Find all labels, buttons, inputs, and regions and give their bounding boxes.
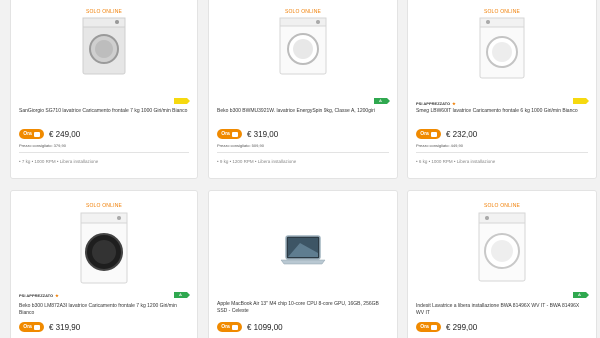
tag-icon <box>430 131 437 137</box>
product-card[interactable]: SOLO ONLINE PSI APPREZZATO ★ A Beko b300 … <box>10 190 198 338</box>
energy-class-label <box>573 98 589 104</box>
promo-pill: Ora <box>19 322 44 332</box>
washing-machine-image <box>80 212 128 284</box>
laptop-image <box>280 235 326 265</box>
price: € 319,90 <box>49 322 81 332</box>
tag-icon <box>430 324 437 330</box>
divider <box>217 152 389 153</box>
washing-machine-image <box>479 17 525 79</box>
online-only-badge: SOLO ONLINE <box>284 9 322 15</box>
product-specs: • 6 kg • 1000 RPM • Libera installazione <box>416 159 496 164</box>
tag-icon <box>33 131 40 137</box>
price: € 232,00 <box>446 129 478 139</box>
recommended-price: Prezzo consigliato: 509,90 <box>217 143 264 148</box>
product-title[interactable]: Beko b300 LM872A3I lavatrice Caricamento… <box>19 303 189 317</box>
product-card[interactable]: SOLO ONLINE PSI APPREZZATO ★ Smeg LBW60IT… <box>407 0 597 179</box>
online-only-badge: SOLO ONLINE <box>483 9 521 15</box>
recommended-price: Prezzo consigliato: 379,90 <box>19 143 66 148</box>
product-card[interactable]: SOLO ONLINE SanGiorgio SG710 lavatrice C… <box>10 0 198 179</box>
price: € 299,00 <box>446 322 478 332</box>
product-specs: • 7 kg • 1000 RPM • Libera installazione <box>19 159 99 164</box>
washing-machine-image <box>478 212 526 282</box>
divider <box>19 152 189 153</box>
star-icon: ★ <box>55 293 59 298</box>
product-card[interactable]: SOLO ONLINE A Beko b300 BWMU3921W. lavat… <box>208 0 398 179</box>
promo-pill: Ora <box>217 129 242 139</box>
product-title[interactable]: Apple MacBook Air 13" M4 chip 10-core CP… <box>217 301 389 315</box>
promo-pill: Ora <box>416 322 441 332</box>
recommended-price: Prezzo consigliato: 449,90 <box>416 143 463 148</box>
energy-class-label <box>174 98 190 104</box>
promo-pill: Ora <box>416 129 441 139</box>
product-grid: SOLO ONLINE SanGiorgio SG710 lavatrice C… <box>0 0 600 338</box>
price: € 249,00 <box>49 129 81 139</box>
price-row: Ora € 299,00 <box>416 322 477 332</box>
washing-machine-image <box>279 17 327 75</box>
tag-icon <box>231 131 238 137</box>
energy-class-label: A <box>573 292 589 298</box>
divider <box>416 152 588 153</box>
price-row: Ora € 319,90 <box>19 322 80 332</box>
price-row: Ora € 249,00 <box>19 129 80 139</box>
price-row: Ora € 1099,00 <box>217 322 283 332</box>
seller-badge: PSI APPREZZATO ★ <box>416 101 456 106</box>
online-only-badge: SOLO ONLINE <box>85 9 123 15</box>
tag-icon <box>231 324 238 330</box>
price: € 319,00 <box>247 129 279 139</box>
product-title[interactable]: Indesit Lavatrice a libera installazione… <box>416 303 588 317</box>
tag-icon <box>33 324 40 330</box>
price-row: Ora € 232,00 <box>416 129 477 139</box>
washing-machine-image <box>82 17 126 75</box>
product-card[interactable]: SOLO ONLINE A Indesit Lavatrice a libera… <box>407 190 597 338</box>
promo-pill: Ora <box>217 322 242 332</box>
energy-class-label: A <box>174 292 190 298</box>
price-row: Ora € 319,00 <box>217 129 278 139</box>
online-only-badge: SOLO ONLINE <box>85 203 123 209</box>
energy-class-label: A <box>374 98 390 104</box>
promo-pill: Ora <box>19 129 44 139</box>
product-title[interactable]: Smeg LBW60IT lavatrice Caricamento front… <box>416 108 588 115</box>
online-only-badge: SOLO ONLINE <box>483 203 521 209</box>
product-card[interactable]: Apple MacBook Air 13" M4 chip 10-core CP… <box>208 190 398 338</box>
product-title[interactable]: Beko b300 BWMU3921W. lavatrice EnergySpi… <box>217 108 389 115</box>
star-icon: ★ <box>452 101 456 106</box>
product-title[interactable]: SanGiorgio SG710 lavatrice Caricamento f… <box>19 108 189 115</box>
seller-badge: PSI APPREZZATO ★ <box>19 293 59 298</box>
price: € 1099,00 <box>247 322 283 332</box>
product-specs: • 9 kg • 1200 RPM • Libera installazione <box>217 159 297 164</box>
